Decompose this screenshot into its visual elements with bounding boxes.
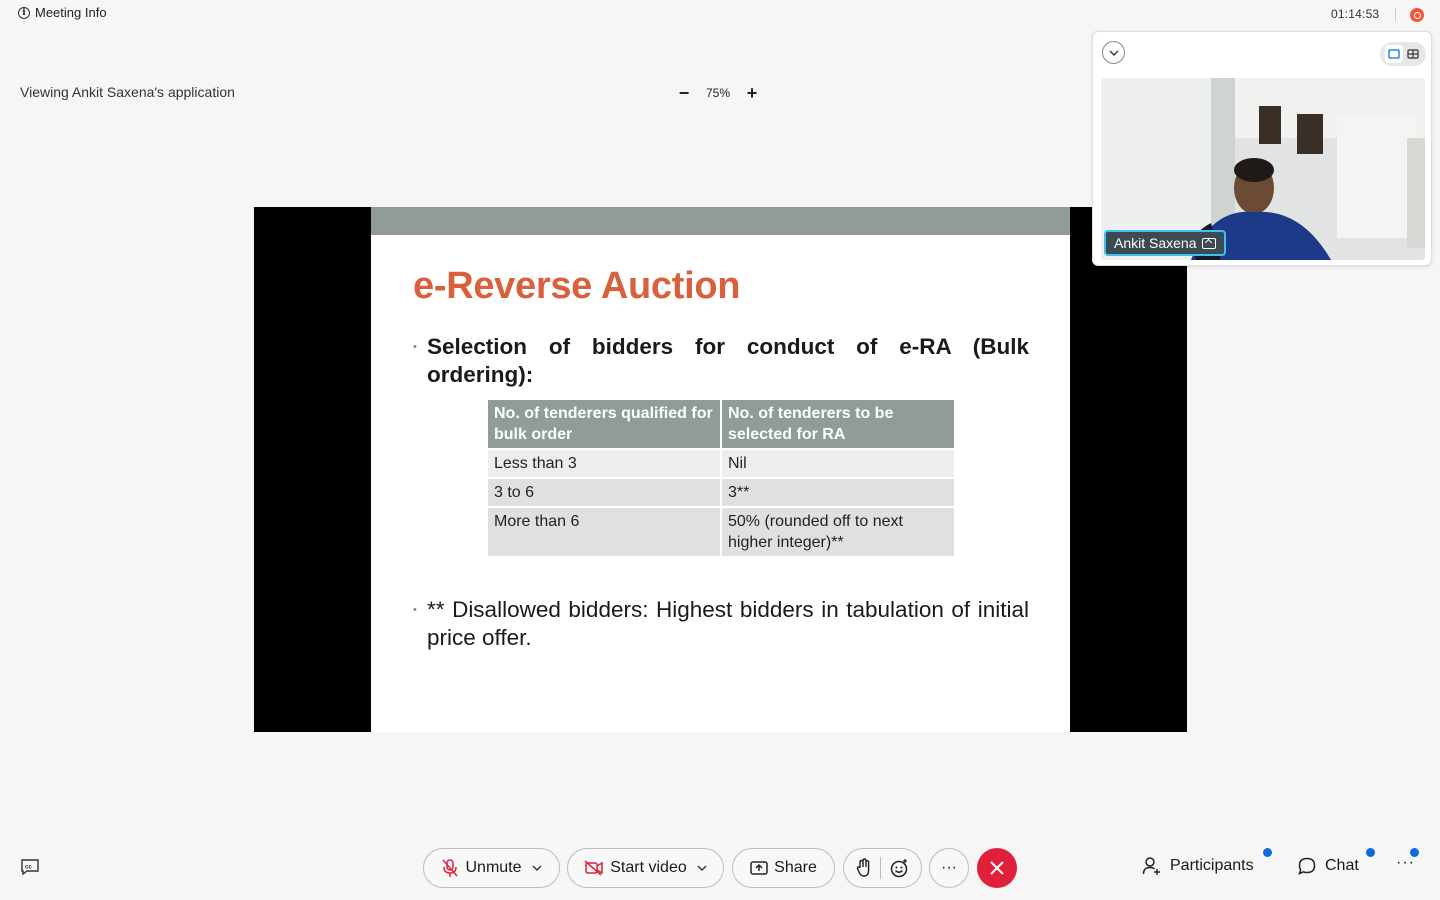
info-icon: i — [18, 6, 30, 19]
start-video-button[interactable]: Start video — [567, 848, 724, 888]
participants-icon — [1142, 857, 1160, 875]
start-video-label: Start video — [610, 859, 687, 876]
divider — [880, 857, 881, 879]
closed-captions-icon: cc — [21, 859, 39, 876]
video-panel: Ankit Saxena — [1092, 31, 1432, 266]
chat-button[interactable]: Chat — [1297, 856, 1359, 876]
collapse-video-button[interactable] — [1102, 41, 1125, 64]
slide-table: No. of tenderers qualified for bulk orde… — [488, 400, 954, 556]
presentation-slide: e-Reverse Auction • Selection of bidders… — [371, 207, 1070, 732]
table-cell: More than 6 — [488, 506, 722, 556]
meeting-info-button[interactable]: i Meeting Info — [18, 5, 107, 20]
close-icon — [990, 861, 1004, 875]
table-row: 3 to 6 3** — [488, 477, 954, 507]
table-header-row: No. of tenderers qualified for bulk orde… — [488, 400, 954, 449]
single-view-button[interactable] — [1384, 45, 1403, 63]
table-row: Less than 3 Nil — [488, 448, 954, 478]
slide-title: e-Reverse Auction — [413, 265, 741, 307]
table-cell: 3** — [721, 477, 954, 507]
shared-screen: e-Reverse Auction • Selection of bidders… — [254, 207, 1187, 732]
share-screen-icon — [750, 861, 768, 875]
table-row: More than 6 50% (rounded off to next hig… — [488, 506, 954, 556]
participant-name: Ankit Saxena — [1114, 235, 1197, 251]
share-button[interactable]: Share — [732, 848, 835, 888]
zoom-level: 75% — [706, 86, 731, 100]
video-off-icon — [584, 860, 603, 876]
participants-notification-dot — [1263, 848, 1272, 857]
reactions-icon[interactable] — [889, 858, 909, 878]
share-label: Share — [774, 859, 817, 876]
grid-view-button[interactable] — [1404, 45, 1422, 63]
bullet-text: Selection of bidders for conduct of e-RA… — [427, 334, 1029, 387]
chat-label: Chat — [1325, 857, 1359, 874]
layout-toggle — [1380, 42, 1426, 66]
table-cell: 50% (rounded off to next higher integer)… — [721, 506, 954, 556]
zoom-controls: − 75% + — [676, 84, 760, 102]
more-options-button[interactable]: ··· — [929, 848, 969, 888]
meeting-timer: 01:14:53 — [1331, 7, 1380, 21]
slide-bullet: • ** Disallowed bidders: Highest bidders… — [413, 597, 1029, 650]
meeting-info-label: Meeting Info — [35, 5, 107, 20]
mic-muted-icon — [442, 859, 459, 877]
reactions-group — [843, 848, 922, 888]
column-header: No. of tenderers to be selected for RA — [721, 400, 954, 449]
table-cell: Nil — [721, 448, 954, 478]
bullet-text: ** Disallowed bidders: Highest bidders i… — [427, 597, 1029, 650]
zoom-in-button[interactable]: + — [744, 84, 760, 102]
table-cell: Less than 3 — [488, 448, 722, 478]
share-indicator-icon — [1201, 237, 1216, 249]
overflow-notification-dot — [1410, 848, 1419, 857]
chevron-down-icon — [1109, 50, 1118, 56]
viewing-label: Viewing Ankit Saxena's application — [20, 84, 235, 100]
participant-video[interactable]: Ankit Saxena — [1101, 78, 1425, 260]
end-call-button[interactable] — [977, 848, 1017, 888]
recording-icon[interactable] — [1410, 8, 1424, 22]
single-view-icon — [1387, 49, 1400, 59]
unmute-button[interactable]: Unmute — [423, 848, 560, 888]
closed-captions-button[interactable]: cc — [20, 858, 40, 876]
slide-header-band — [371, 207, 1070, 235]
column-header: No. of tenderers qualified for bulk orde… — [488, 400, 722, 449]
chevron-down-icon[interactable] — [697, 865, 707, 871]
svg-text:cc: cc — [25, 865, 32, 871]
raise-hand-icon[interactable] — [856, 858, 872, 878]
chevron-down-icon[interactable] — [532, 865, 542, 871]
participants-button[interactable]: Participants — [1142, 856, 1254, 876]
grid-view-icon — [1406, 49, 1419, 59]
chat-notification-dot — [1366, 848, 1375, 857]
table-cell: 3 to 6 — [488, 477, 722, 507]
divider — [1395, 8, 1396, 21]
zoom-out-button[interactable]: − — [676, 84, 692, 102]
participants-label: Participants — [1170, 857, 1254, 874]
chat-icon — [1298, 857, 1316, 875]
unmute-label: Unmute — [465, 859, 522, 876]
participant-name-tag: Ankit Saxena — [1104, 230, 1226, 256]
slide-bullet: • Selection of bidders for conduct of e-… — [413, 334, 1029, 387]
